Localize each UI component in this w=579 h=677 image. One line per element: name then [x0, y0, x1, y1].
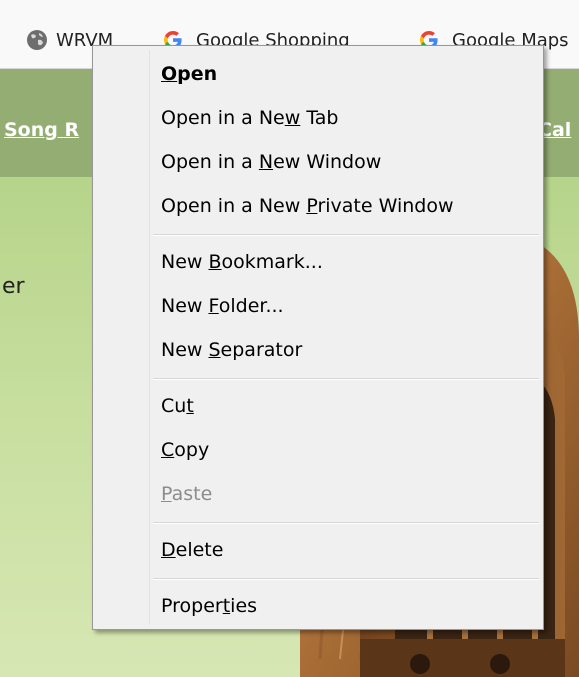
browser-screen: WRVM Google Shopping Google Maps Song R — [0, 0, 579, 677]
menu-separator — [153, 578, 539, 580]
menu-item-text: Open in a New Window — [161, 151, 382, 173]
menu-item-text: Open — [161, 63, 218, 85]
menu-item-open[interactable]: Open — [97, 54, 539, 94]
globe-icon — [27, 30, 47, 50]
menu-item-open-private-window[interactable]: Open in a New Private Window — [97, 186, 539, 226]
menu-item-text: Cut — [161, 395, 194, 417]
bookmark-context-menu: Open Open in a New Tab Open in a New Win… — [92, 45, 544, 630]
menu-item-open-new-tab[interactable]: Open in a New Tab — [97, 98, 539, 138]
menu-item-copy[interactable]: Copy — [97, 430, 539, 470]
menu-item-text: Open in a New Private Window — [161, 195, 454, 217]
menu-item-cut[interactable]: Cut — [97, 386, 539, 426]
page-body-text: er — [2, 274, 25, 299]
menu-item-new-folder[interactable]: New Folder... — [97, 286, 539, 326]
menu-item-text: Paste — [161, 483, 213, 505]
menu-item-text: Delete — [161, 539, 224, 561]
menu-separator — [153, 234, 539, 236]
menu-item-text: Open in a New Tab — [161, 107, 339, 129]
nav-link-songs[interactable]: Song R — [4, 119, 79, 141]
menu-item-text: Properties — [161, 595, 258, 617]
menu-item-text: New Separator — [161, 339, 303, 361]
menu-item-text: New Bookmark... — [161, 251, 323, 273]
menu-item-properties[interactable]: Properties — [97, 586, 539, 626]
menu-item-paste: Paste — [97, 474, 539, 514]
menu-separator — [153, 378, 539, 380]
menu-item-new-separator[interactable]: New Separator — [97, 330, 539, 370]
menu-item-open-new-window[interactable]: Open in a New Window — [97, 142, 539, 182]
menu-item-delete[interactable]: Delete — [97, 530, 539, 570]
menu-item-new-bookmark[interactable]: New Bookmark... — [97, 242, 539, 282]
menu-item-text: Copy — [161, 439, 210, 461]
menu-separator — [153, 522, 539, 524]
menu-item-text: New Folder... — [161, 295, 284, 317]
